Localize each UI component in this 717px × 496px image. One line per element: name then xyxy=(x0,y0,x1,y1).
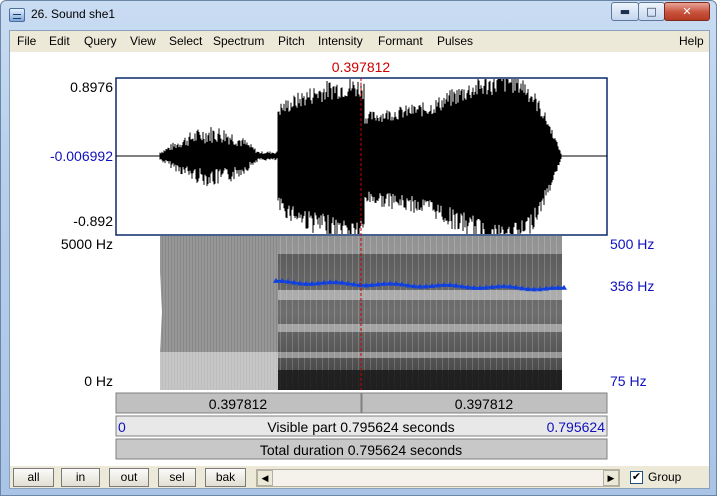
segment-left-duration: 0.397812 xyxy=(209,396,268,412)
spectrogram-f1-band xyxy=(278,370,562,390)
menu-bar: File Edit Query View Select Spectrum Pit… xyxy=(10,31,709,51)
menu-query[interactable]: Query xyxy=(84,34,117,48)
zoom-in-button[interactable]: in xyxy=(61,468,100,487)
visible-part-label: Visible part 0.795624 seconds xyxy=(267,419,454,435)
drawing-area[interactable]: 0.397812 0.8976 -0.006992 -0.892 5000 Hz… xyxy=(10,52,709,466)
menu-file[interactable]: File xyxy=(17,34,36,48)
menu-pulses[interactable]: Pulses xyxy=(437,34,473,48)
pitch-middle-label: 356 Hz xyxy=(610,278,654,294)
menu-formant[interactable]: Formant xyxy=(378,34,423,48)
menu-pitch[interactable]: Pitch xyxy=(278,34,305,48)
menu-edit[interactable]: Edit xyxy=(49,34,70,48)
visible-start-time: 0 xyxy=(118,419,126,435)
zoom-back-button[interactable]: bak xyxy=(205,468,246,487)
waveform-max-label: 0.8976 xyxy=(70,79,113,95)
waveform-panel[interactable] xyxy=(115,77,608,236)
spectrogram-vowel-texture xyxy=(278,236,562,390)
close-button[interactable]: ✕ xyxy=(664,2,710,21)
spectrogram-band-2 xyxy=(278,324,562,332)
scroll-left-arrow-icon[interactable]: ◀ xyxy=(257,470,273,486)
pitch-bottom-label: 75 Hz xyxy=(610,373,647,389)
menu-help[interactable]: Help xyxy=(679,34,704,48)
zoom-out-button[interactable]: out xyxy=(109,468,149,487)
spectrogram-vowel-upper xyxy=(278,236,562,254)
menu-select[interactable]: Select xyxy=(169,34,202,48)
spectrogram-fricative-fade xyxy=(160,352,278,390)
spectrogram-band-3 xyxy=(278,352,562,358)
sound-editor-window: 26. Sound she1 ▬ □ ✕ File Edit Query Vie… xyxy=(0,0,717,496)
maximize-button[interactable]: □ xyxy=(638,2,665,21)
menu-spectrum[interactable]: Spectrum xyxy=(213,34,264,48)
minimize-button[interactable]: ▬ xyxy=(611,2,639,21)
cursor-time-label: 0.397812 xyxy=(332,59,391,75)
waveform-min-label: -0.892 xyxy=(73,213,113,229)
menu-view[interactable]: View xyxy=(130,34,156,48)
spectrogram-bottom-label: 0 Hz xyxy=(84,373,113,389)
menu-intensity[interactable]: Intensity xyxy=(318,34,363,48)
spectrogram-band-1 xyxy=(278,290,562,300)
segment-right-duration: 0.397812 xyxy=(455,396,514,412)
zoom-all-button[interactable]: all xyxy=(13,468,54,487)
zoom-selection-button[interactable]: sel xyxy=(158,468,196,487)
group-checkbox-label: Group xyxy=(648,470,682,484)
scroll-right-arrow-icon[interactable]: ▶ xyxy=(603,470,619,486)
group-checkbox[interactable]: ✔ xyxy=(630,471,643,484)
pitch-top-label: 500 Hz xyxy=(610,236,654,252)
total-duration-label: Total duration 0.795624 seconds xyxy=(260,442,462,458)
visible-end-time: 0.795624 xyxy=(547,419,606,435)
window-title: 26. Sound she1 xyxy=(31,7,116,21)
bottom-controls: all in out sel bak ◀ ▶ ✔ Group xyxy=(10,466,709,488)
spectrogram-top-label: 5000 Hz xyxy=(61,236,113,252)
title-bar[interactable]: 26. Sound she1 ▬ □ ✕ xyxy=(1,1,717,29)
waveform-middle-label: -0.006992 xyxy=(50,148,113,164)
client-area: File Edit Query View Select Spectrum Pit… xyxy=(9,30,710,489)
horizontal-scrollbar[interactable]: ◀ ▶ xyxy=(256,469,620,487)
app-icon xyxy=(9,8,25,22)
